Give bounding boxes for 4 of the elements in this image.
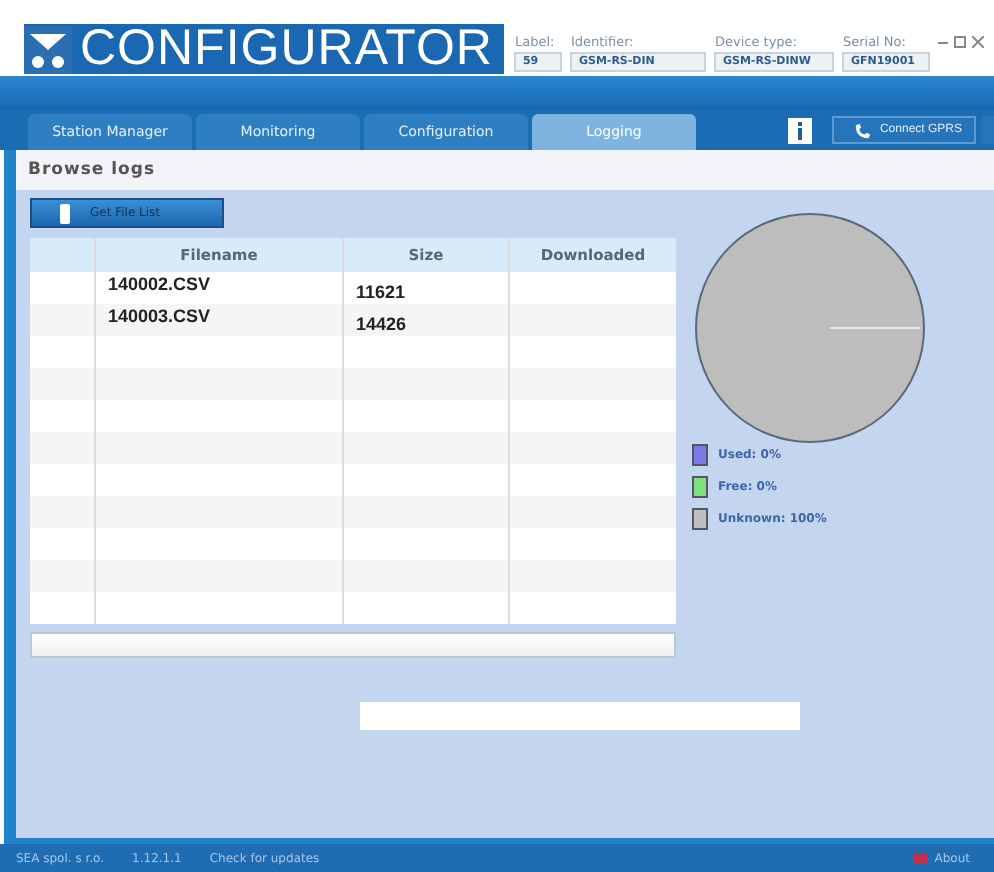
table-cell: 14426 xyxy=(344,304,510,344)
section-header: Browse logs xyxy=(16,150,994,190)
table-cell: 140003.CSV xyxy=(96,304,344,344)
logo-text: CONFIGURATOR xyxy=(78,24,495,74)
